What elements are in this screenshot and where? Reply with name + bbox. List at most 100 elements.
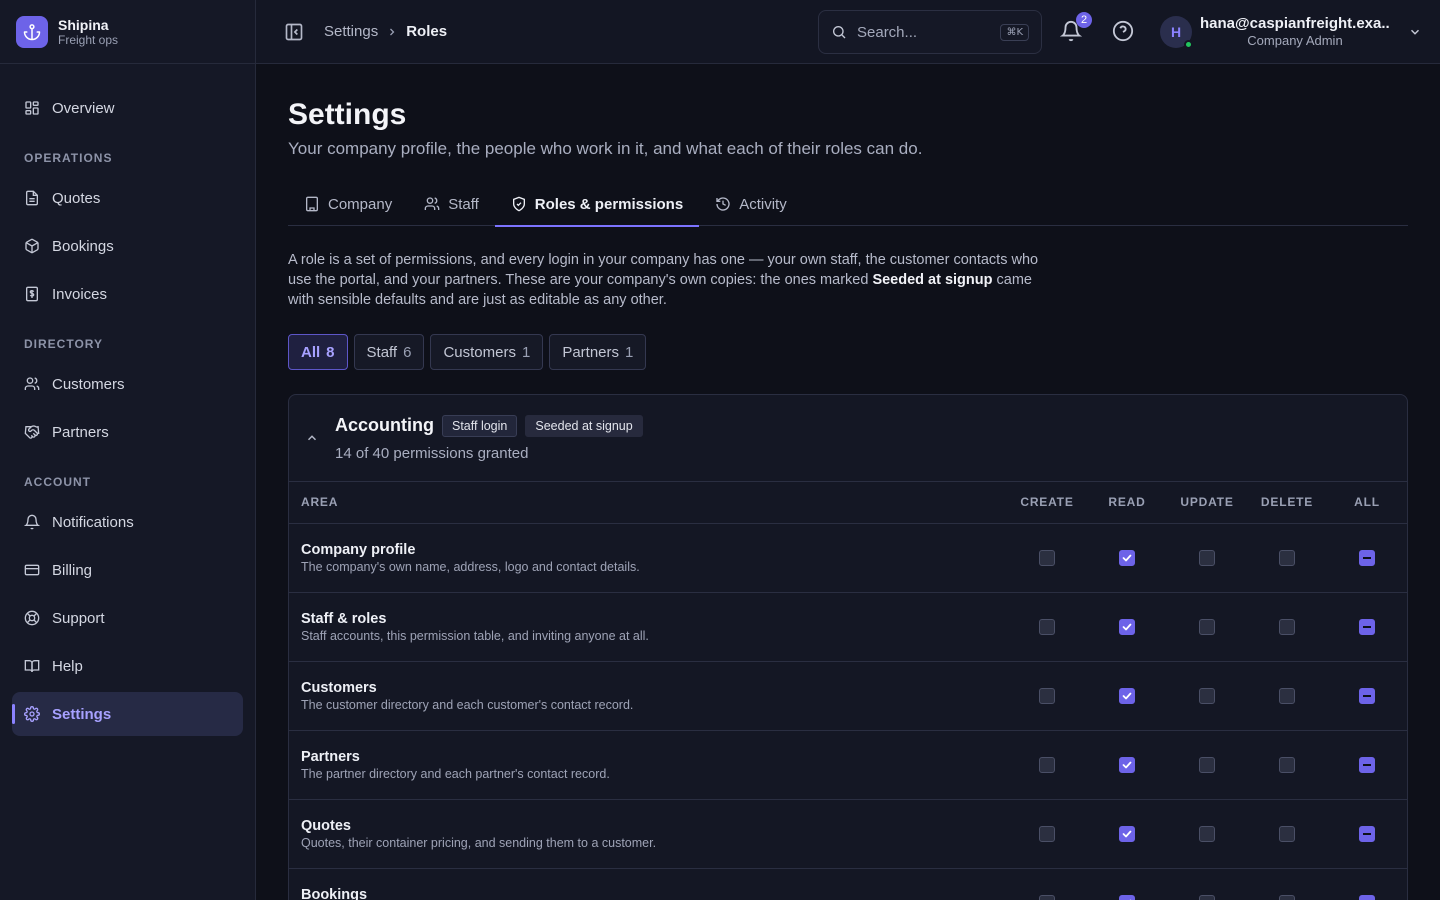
create-checkbox[interactable] — [1039, 550, 1055, 567]
read-checkbox[interactable] — [1119, 688, 1135, 705]
create-checkbox[interactable] — [1039, 895, 1055, 900]
role-tag-seeded: Seeded at signup — [525, 414, 643, 437]
read-checkbox[interactable] — [1119, 826, 1135, 843]
breadcrumb-settings[interactable]: Settings — [324, 23, 378, 40]
read-checkbox[interactable] — [1119, 550, 1135, 567]
all-cell — [1327, 523, 1407, 593]
chevron-right-icon — [386, 26, 398, 38]
gear-icon — [24, 706, 40, 722]
online-status-dot — [1184, 40, 1193, 49]
delete-checkbox[interactable] — [1279, 826, 1295, 843]
receipt-icon — [24, 286, 40, 302]
sidebar-item-overview[interactable]: Overview — [12, 86, 243, 130]
nav-section-account: ACCOUNT — [24, 475, 91, 489]
history-icon — [715, 196, 731, 212]
sidebar-item-quotes[interactable]: Quotes — [12, 176, 243, 220]
update-checkbox[interactable] — [1199, 550, 1215, 567]
read-checkbox[interactable] — [1119, 619, 1135, 636]
sidebar-item-settings[interactable]: Settings — [12, 692, 243, 736]
all-checkbox[interactable] — [1359, 688, 1375, 705]
table-row: BookingsBookings, shipment milestones an… — [289, 868, 1407, 900]
credit-card-icon — [24, 562, 40, 578]
area-cell: Staff & roles Staff accounts, this permis… — [289, 592, 1007, 662]
sidebar-item-bookings[interactable]: Bookings — [12, 224, 243, 268]
read-cell — [1087, 730, 1167, 800]
delete-checkbox[interactable] — [1279, 688, 1295, 705]
avatar-initial: H — [1170, 24, 1182, 40]
user-email: hana@caspianfreight.exa... — [1200, 15, 1390, 32]
update-checkbox[interactable] — [1199, 895, 1215, 900]
sidebar-item-label: Help — [52, 657, 83, 675]
create-checkbox[interactable] — [1039, 619, 1055, 636]
filter-staff[interactable]: Staff 6 — [353, 334, 425, 370]
filter-partners[interactable]: Partners 1 — [549, 334, 647, 370]
update-checkbox[interactable] — [1199, 688, 1215, 705]
update-checkbox[interactable] — [1199, 826, 1215, 843]
sidebar-toggle-icon[interactable] — [284, 22, 304, 42]
nav-section-operations: OPERATIONS — [24, 151, 113, 165]
create-cell — [1007, 799, 1087, 869]
create-checkbox[interactable] — [1039, 757, 1055, 774]
help-button[interactable] — [1112, 20, 1136, 44]
all-checkbox[interactable] — [1359, 895, 1375, 900]
all-checkbox[interactable] — [1359, 550, 1375, 567]
delete-checkbox[interactable] — [1279, 619, 1295, 636]
chevron-up-icon[interactable] — [305, 431, 319, 445]
read-checkbox[interactable] — [1119, 757, 1135, 774]
brand-subtitle: Freight ops — [58, 32, 119, 47]
sidebar-nav: Overview OPERATIONS Quotes Bookings Invo… — [0, 64, 255, 754]
sidebar-item-help[interactable]: Help — [12, 644, 243, 688]
sidebar-item-label: Customers — [52, 375, 125, 393]
sidebar-item-label: Bookings — [52, 237, 114, 255]
sidebar-item-billing[interactable]: Billing — [12, 548, 243, 592]
delete-checkbox[interactable] — [1279, 895, 1295, 900]
all-checkbox[interactable] — [1359, 826, 1375, 843]
all-checkbox[interactable] — [1359, 757, 1375, 774]
column-header-read: READ — [1087, 482, 1167, 524]
delete-checkbox[interactable] — [1279, 550, 1295, 567]
brand[interactable]: Shipina Freight ops — [0, 0, 255, 64]
tab-company[interactable]: Company — [288, 182, 408, 226]
all-cell — [1327, 799, 1407, 869]
update-cell — [1167, 592, 1247, 662]
role-filters: All 8 Staff 6 Customers 1 Partners 1 — [288, 334, 1408, 370]
area-cell: Customers The customer directory and each… — [289, 661, 1007, 731]
sidebar: Shipina Freight ops Overview OPERATIONS … — [0, 0, 256, 900]
update-checkbox[interactable] — [1199, 757, 1215, 774]
column-header-delete: DELETE — [1247, 482, 1327, 524]
anchor-icon — [16, 15, 48, 48]
intro-seeded-emphasis: Seeded at signup — [872, 272, 993, 288]
area-description: The company's own name, address, logo an… — [301, 559, 640, 574]
book-icon — [24, 658, 40, 674]
sidebar-item-support[interactable]: Support — [12, 596, 243, 640]
notifications-button[interactable]: 2 — [1060, 12, 1092, 44]
area-name: Quotes — [301, 817, 351, 834]
read-checkbox[interactable] — [1119, 895, 1135, 900]
user-menu[interactable]: H hana@caspianfreight.exa... Company Adm… — [1160, 14, 1422, 50]
tab-roles-permissions[interactable]: Roles & permissions — [494, 182, 700, 227]
role-card-header[interactable]: Accounting Staff login Seeded at signup … — [289, 395, 1407, 482]
sidebar-item-partners[interactable]: Partners — [12, 410, 243, 454]
update-checkbox[interactable] — [1199, 619, 1215, 636]
search-placeholder: Search... — [857, 23, 918, 41]
delete-cell — [1247, 661, 1327, 731]
create-checkbox[interactable] — [1039, 826, 1055, 843]
sidebar-item-invoices[interactable]: Invoices — [12, 272, 243, 316]
search-input[interactable]: Search... ⌘K — [818, 10, 1042, 54]
area-description: Staff accounts, this permission table, a… — [301, 628, 649, 643]
chevron-down-icon — [1408, 25, 1422, 39]
all-checkbox[interactable] — [1359, 619, 1375, 636]
sidebar-item-notifications[interactable]: Notifications — [12, 500, 243, 544]
tab-activity[interactable]: Activity — [699, 182, 803, 226]
sidebar-item-customers[interactable]: Customers — [12, 362, 243, 406]
sidebar-item-label: Overview — [52, 99, 115, 117]
page-title: Settings — [288, 98, 407, 131]
all-cell — [1327, 868, 1407, 900]
create-cell — [1007, 868, 1087, 900]
create-checkbox[interactable] — [1039, 688, 1055, 705]
filter-customers[interactable]: Customers 1 — [430, 334, 544, 370]
delete-checkbox[interactable] — [1279, 757, 1295, 774]
search-icon — [831, 24, 847, 40]
tab-staff[interactable]: Staff — [408, 182, 495, 226]
filter-all[interactable]: All 8 — [288, 334, 348, 370]
